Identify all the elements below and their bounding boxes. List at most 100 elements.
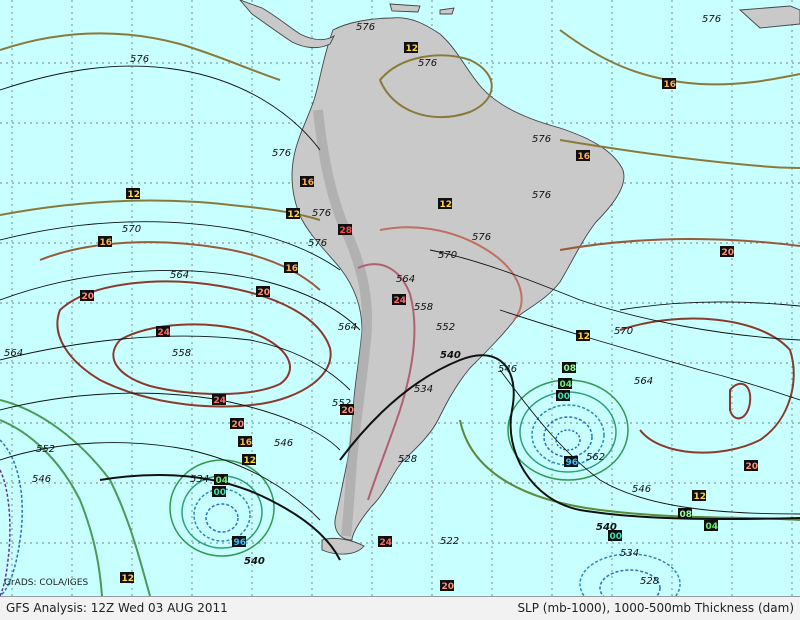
- svg-text:16: 16: [302, 178, 315, 188]
- thickness-label: 564: [4, 348, 23, 359]
- svg-text:20: 20: [342, 406, 355, 416]
- thickness-label: 570: [614, 326, 633, 337]
- svg-text:20: 20: [442, 582, 455, 592]
- pressure-label: 24: [156, 326, 170, 338]
- thickness-label: 534: [190, 474, 209, 485]
- thickness-label: 576: [308, 238, 327, 249]
- pressure-label: 24: [378, 536, 392, 548]
- pressure-label: 16: [284, 262, 298, 274]
- thickness-label: 564: [170, 270, 189, 281]
- pressure-label: 04: [558, 378, 572, 390]
- thickness-label: 546: [32, 474, 51, 485]
- svg-text:20: 20: [232, 420, 245, 430]
- thickness-label: 546: [632, 484, 651, 495]
- svg-text:08: 08: [564, 364, 577, 374]
- svg-text:08: 08: [680, 510, 693, 520]
- pressure-label: 12: [438, 198, 452, 210]
- svg-text:16: 16: [664, 80, 677, 90]
- thickness-label: 576: [532, 134, 551, 145]
- thickness-label: 576: [418, 58, 437, 69]
- pressure-label: 12: [126, 188, 140, 200]
- thickness-label: 576: [532, 190, 551, 201]
- thickness-label: 546: [274, 438, 293, 449]
- svg-text:12: 12: [122, 574, 135, 584]
- pressure-label: 20: [440, 580, 454, 592]
- pressure-label: 16: [300, 176, 314, 188]
- svg-text:04: 04: [706, 522, 719, 532]
- svg-text:20: 20: [722, 248, 735, 258]
- svg-text:04: 04: [560, 380, 573, 390]
- svg-text:20: 20: [746, 462, 759, 472]
- thickness-label: 522: [440, 536, 459, 547]
- thickness-label: 540: [244, 556, 265, 567]
- thickness-label: 576: [312, 208, 331, 219]
- pressure-label: 16: [98, 236, 112, 248]
- pressure-label: 16: [238, 436, 252, 448]
- thickness-label: 562: [586, 452, 605, 463]
- pressure-label: 08: [562, 362, 576, 374]
- pressure-label: 00: [212, 486, 226, 498]
- thickness-label: 564: [396, 274, 415, 285]
- svg-text:16: 16: [240, 438, 253, 448]
- svg-text:20: 20: [82, 292, 95, 302]
- thickness-label: 576: [472, 232, 491, 243]
- pressure-label: 20: [80, 290, 94, 302]
- pressure-label: 24: [212, 394, 226, 406]
- svg-text:12: 12: [128, 190, 141, 200]
- svg-text:12: 12: [694, 492, 707, 502]
- thickness-label: 558: [414, 302, 433, 313]
- svg-text:12: 12: [578, 332, 591, 342]
- svg-text:96: 96: [234, 538, 247, 548]
- pressure-label: 20: [340, 404, 354, 416]
- thickness-label: 528: [398, 454, 417, 465]
- pressure-label: 16: [576, 150, 590, 162]
- svg-text:24: 24: [394, 296, 407, 306]
- footer-bar: GFS Analysis: 12Z Wed 03 AUG 2011 SLP (m…: [0, 596, 800, 620]
- pressure-label: 12: [692, 490, 706, 502]
- thickness-label: 540: [440, 350, 461, 361]
- pressure-label: 00: [556, 390, 570, 402]
- svg-text:16: 16: [100, 238, 113, 248]
- thickness-label: 558: [172, 348, 191, 359]
- thickness-label: 576: [702, 14, 721, 25]
- pressure-label: 04: [704, 520, 718, 532]
- svg-text:24: 24: [158, 328, 171, 338]
- thickness-label: 570: [438, 250, 457, 261]
- pressure-label: 12: [242, 454, 256, 466]
- pressure-label: 20: [230, 418, 244, 430]
- svg-text:16: 16: [578, 152, 591, 162]
- pressure-label: 00: [608, 530, 622, 542]
- thickness-label: 546: [498, 364, 517, 375]
- svg-text:12: 12: [288, 210, 301, 220]
- svg-text:04: 04: [216, 476, 229, 486]
- thickness-label: 534: [414, 384, 433, 395]
- field-description: SLP (mb-1000), 1000-500mb Thickness (dam…: [517, 601, 794, 615]
- pressure-label: 20: [256, 286, 270, 298]
- thickness-label: 564: [338, 322, 357, 333]
- svg-text:12: 12: [440, 200, 453, 210]
- thickness-label: 576: [356, 22, 375, 33]
- svg-text:28: 28: [340, 226, 353, 236]
- map-canvas: 576 576 576 576 576 576 576 576 576 576 …: [0, 0, 800, 596]
- svg-text:00: 00: [558, 392, 571, 402]
- thickness-label: 576: [272, 148, 291, 159]
- analysis-time: GFS Analysis: 12Z Wed 03 AUG 2011: [6, 601, 228, 615]
- svg-text:96: 96: [566, 458, 579, 468]
- thickness-label: 552: [436, 322, 455, 333]
- thickness-label: 564: [634, 376, 653, 387]
- pressure-label: 12: [404, 42, 418, 54]
- svg-text:00: 00: [214, 488, 227, 498]
- pressure-label: 28: [338, 224, 352, 236]
- thickness-label: 570: [122, 224, 141, 235]
- pressure-label: 12: [120, 572, 134, 584]
- svg-text:12: 12: [244, 456, 257, 466]
- pressure-label: 16: [662, 78, 676, 90]
- svg-text:16: 16: [286, 264, 299, 274]
- thickness-label: 528: [640, 576, 659, 587]
- pressure-label: 08: [678, 508, 692, 520]
- pressure-label: 12: [286, 208, 300, 220]
- pressure-label: 24: [392, 294, 406, 306]
- pressure-label: 12: [576, 330, 590, 342]
- weather-map: 576 576 576 576 576 576 576 576 576 576 …: [0, 0, 800, 596]
- pressure-label: 20: [744, 460, 758, 472]
